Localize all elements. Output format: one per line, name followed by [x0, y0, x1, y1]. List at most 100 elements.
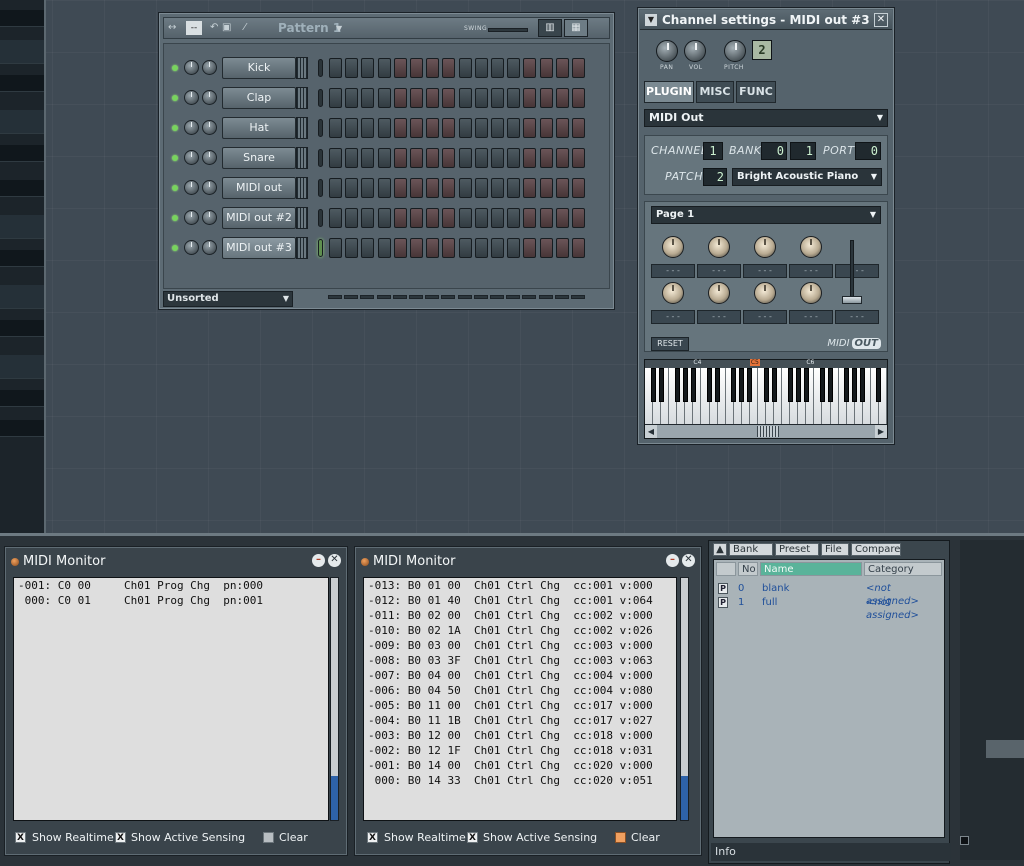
step-button[interactable]	[539, 88, 553, 108]
step-button[interactable]	[539, 178, 553, 198]
step-button[interactable]	[555, 58, 569, 78]
minimize-icon[interactable]: –	[666, 554, 679, 567]
show-active-sensing-checkbox[interactable]: X	[115, 832, 126, 843]
step-button[interactable]	[572, 178, 585, 198]
channel-grip[interactable]	[296, 147, 308, 169]
step-button[interactable]	[377, 88, 391, 108]
black-key[interactable]	[876, 368, 882, 402]
step-button[interactable]	[523, 58, 537, 78]
step-button[interactable]	[572, 238, 585, 258]
channel-select-indicator[interactable]	[318, 209, 323, 227]
step-button[interactable]	[474, 58, 488, 78]
channel-grip[interactable]	[296, 177, 308, 199]
channel-grip[interactable]	[296, 57, 308, 79]
step-button[interactable]	[572, 208, 585, 228]
channel-pan-knob[interactable]	[184, 150, 199, 165]
step-button[interactable]	[458, 208, 472, 228]
step-button[interactable]	[426, 88, 440, 108]
pattern-title[interactable]: Pattern 1	[278, 21, 341, 35]
step-button[interactable]	[426, 58, 440, 78]
step-button[interactable]	[555, 178, 569, 198]
controller-knob[interactable]	[708, 282, 730, 304]
step-button[interactable]	[523, 238, 537, 258]
step-button[interactable]	[458, 118, 472, 138]
channel-grip[interactable]	[296, 237, 308, 259]
black-key[interactable]	[771, 368, 777, 402]
black-key[interactable]	[787, 368, 793, 402]
tab-misc[interactable]: MISC	[696, 81, 734, 103]
clear-checkbox[interactable]	[263, 832, 274, 843]
channel-mute-led[interactable]	[172, 95, 178, 101]
step-button[interactable]	[345, 238, 359, 258]
channel-mute-led[interactable]	[172, 125, 178, 131]
close-icon[interactable]: ✕	[874, 13, 888, 27]
channel-value[interactable]: 1	[703, 142, 723, 160]
port-value[interactable]: 0	[855, 142, 881, 160]
step-button[interactable]	[377, 148, 391, 168]
black-key[interactable]	[795, 368, 801, 402]
step-button[interactable]	[393, 238, 407, 258]
step-button[interactable]	[539, 148, 553, 168]
controller-knob[interactable]	[662, 282, 684, 304]
scroll-right-icon[interactable]: ▶	[875, 425, 887, 438]
patch-dropdown[interactable]: Bright Acoustic Piano ▼	[732, 168, 882, 186]
black-key[interactable]	[819, 368, 825, 402]
column-no[interactable]: No	[738, 562, 758, 576]
channel-volume-knob[interactable]	[202, 150, 217, 165]
step-button[interactable]	[555, 88, 569, 108]
black-key[interactable]	[747, 368, 753, 402]
channel-select-indicator[interactable]	[318, 149, 323, 167]
step-button[interactable]	[523, 148, 537, 168]
step-button[interactable]	[458, 148, 472, 168]
black-key[interactable]	[682, 368, 688, 402]
step-button[interactable]	[410, 238, 423, 258]
step-button[interactable]	[442, 58, 456, 78]
step-button[interactable]	[393, 148, 407, 168]
step-button[interactable]	[474, 118, 488, 138]
black-key[interactable]	[658, 368, 664, 402]
controller-knob[interactable]	[754, 236, 776, 258]
show-realtime-checkbox[interactable]: X	[367, 832, 378, 843]
monitor-scrollbar[interactable]	[330, 577, 339, 821]
step-button[interactable]	[329, 88, 342, 108]
preset-flag[interactable]: P	[718, 597, 728, 608]
step-button[interactable]	[458, 88, 472, 108]
step-button[interactable]	[539, 238, 553, 258]
step-button[interactable]	[507, 118, 521, 138]
step-button[interactable]	[426, 118, 440, 138]
undo-icon[interactable]: ↶	[210, 21, 218, 35]
step-button[interactable]	[377, 58, 391, 78]
step-button[interactable]	[393, 178, 407, 198]
channel-button[interactable]: Clap	[222, 87, 296, 109]
step-button[interactable]	[410, 208, 423, 228]
step-button[interactable]	[393, 208, 407, 228]
step-button[interactable]	[572, 88, 585, 108]
resize-grip-icon[interactable]	[960, 836, 969, 845]
step-button[interactable]	[410, 118, 423, 138]
clear-checkbox[interactable]	[615, 832, 626, 843]
monitor-log[interactable]: -013: B0 01 00 Ch01 Ctrl Chg cc:001 v:00…	[363, 577, 677, 821]
channel-select-indicator[interactable]	[318, 59, 323, 77]
column-name[interactable]: Name	[760, 562, 862, 576]
step-button[interactable]	[539, 118, 553, 138]
step-button[interactable]	[377, 208, 391, 228]
minimize-icon[interactable]: –	[312, 554, 325, 567]
controller-knob[interactable]	[800, 282, 822, 304]
black-key[interactable]	[731, 368, 737, 402]
step-button[interactable]	[361, 238, 375, 258]
step-button[interactable]	[345, 88, 359, 108]
tab-plugin[interactable]: PLUGIN	[644, 81, 694, 103]
channel-pan-knob[interactable]	[184, 210, 199, 225]
step-button[interactable]	[361, 178, 375, 198]
step-button[interactable]	[442, 238, 456, 258]
scroll-left-icon[interactable]: ◀	[645, 425, 657, 438]
step-button[interactable]	[474, 208, 488, 228]
channel-volume-knob[interactable]	[202, 60, 217, 75]
step-button[interactable]	[393, 88, 407, 108]
step-button[interactable]	[458, 238, 472, 258]
channel-button[interactable]: MIDI out #3	[222, 237, 296, 259]
step-button[interactable]	[523, 88, 537, 108]
channel-select-indicator[interactable]	[318, 119, 323, 137]
scroll-thumb[interactable]	[681, 776, 688, 820]
preset-flag[interactable]: P	[718, 583, 728, 594]
